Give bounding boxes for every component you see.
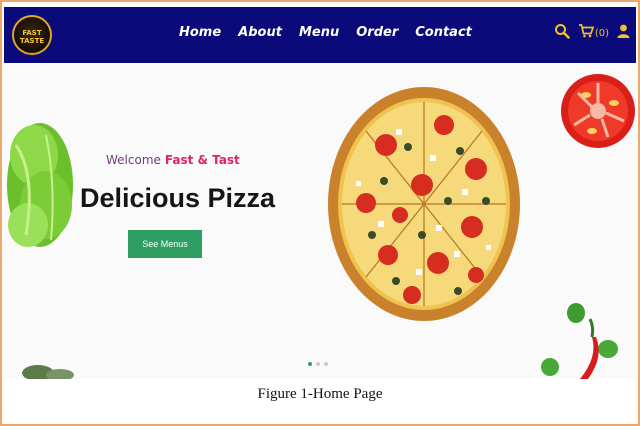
see-menus-button[interactable]: See Menus bbox=[128, 230, 202, 258]
website-view: FAST TASTE Home About Menu Order Contact bbox=[4, 7, 636, 379]
hero-title: Delicious Pizza bbox=[80, 183, 276, 213]
lettuce-image bbox=[7, 123, 73, 247]
top-navbar: FAST TASTE Home About Menu Order Contact bbox=[4, 7, 636, 63]
tomato-image bbox=[561, 74, 635, 148]
cart-button[interactable]: (0) bbox=[578, 24, 609, 42]
main-nav: Home About Menu Order Contact bbox=[179, 25, 489, 40]
header-icons: (0) bbox=[554, 23, 630, 43]
carousel-dot-2[interactable] bbox=[316, 362, 320, 366]
brand-text: Fast & Tast bbox=[164, 153, 240, 167]
pizza-image bbox=[328, 87, 520, 321]
carousel-dots bbox=[308, 362, 328, 366]
chili-pepper-image bbox=[541, 303, 618, 379]
search-icon[interactable] bbox=[554, 23, 570, 43]
nav-menu[interactable]: Menu bbox=[299, 25, 339, 40]
carousel-dot-3[interactable] bbox=[324, 362, 328, 366]
figure-caption: Figure 1-Home Page bbox=[257, 386, 383, 402]
cart-count: (0) bbox=[594, 27, 609, 39]
nav-home[interactable]: Home bbox=[179, 25, 221, 40]
hero-welcome: Welcome Fast & Tast bbox=[106, 153, 240, 167]
nav-order[interactable]: Order bbox=[356, 25, 398, 40]
herb-leaf-image bbox=[22, 365, 74, 379]
logo-text: FAST TASTE bbox=[19, 29, 45, 45]
logo[interactable]: FAST TASTE bbox=[12, 15, 52, 55]
welcome-text: Welcome bbox=[106, 153, 161, 167]
carousel-dot-1[interactable] bbox=[308, 362, 312, 366]
user-icon[interactable] bbox=[617, 24, 630, 42]
nav-about[interactable]: About bbox=[238, 25, 282, 40]
nav-contact[interactable]: Contact bbox=[415, 25, 472, 40]
cart-icon bbox=[578, 24, 595, 42]
